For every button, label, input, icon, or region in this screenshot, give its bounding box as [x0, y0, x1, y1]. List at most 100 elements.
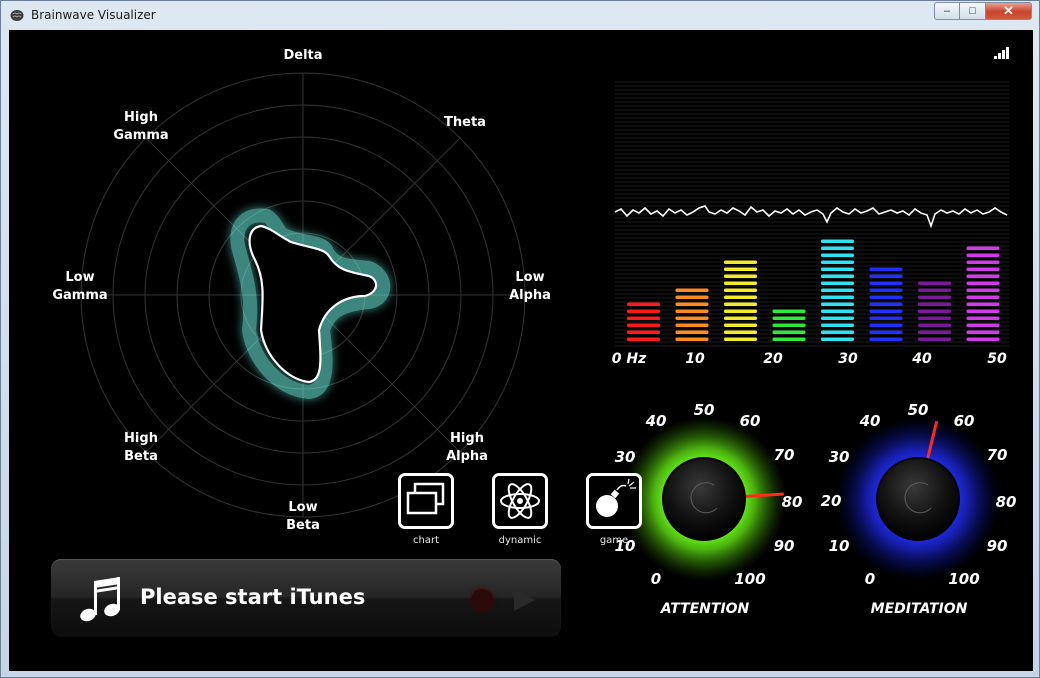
spectrum-bar-segment: [966, 295, 1000, 299]
title-bar[interactable]: Brainwave Visualizer – □ ✕: [1, 1, 1039, 29]
close-icon: ✕: [1003, 3, 1014, 18]
label-low-gamma-1: Low: [65, 270, 94, 285]
spectrum-bar-segment: [724, 281, 757, 285]
minimize-icon: –: [943, 5, 951, 17]
spectrum-bar-segment: [918, 323, 951, 327]
dynamic-mode-button[interactable]: [492, 473, 548, 529]
record-button[interactable]: [471, 589, 493, 611]
attention-tick-50: 50: [694, 401, 715, 419]
window-title: Brainwave Visualizer: [31, 8, 156, 22]
x-label-40: 40: [911, 351, 932, 367]
spectrum-bar-segment: [869, 267, 903, 271]
spectrum-bar-segment: [724, 337, 757, 341]
meditation-tick-90: 90: [987, 537, 1008, 555]
spectrum-bar-segment: [821, 239, 854, 243]
label-high-beta-1: High: [124, 431, 158, 446]
spectrum-bar-segment: [627, 330, 660, 334]
app-brain-icon: [10, 10, 24, 21]
bomb-icon: [596, 478, 636, 517]
spectrum-bar-segment: [675, 316, 709, 320]
raw-eeg-trace: [614, 205, 1008, 229]
spectrum-bar-segment: [966, 267, 1000, 271]
spectrum-bar-segment: [675, 337, 709, 341]
spectrum-bar-segment: [966, 337, 1000, 341]
attention-tick-30: 30: [615, 448, 636, 466]
meditation-tick-50: 50: [908, 401, 929, 419]
spectrum-bar-segment: [821, 281, 854, 285]
meditation-tick-10: 10: [829, 537, 850, 555]
label-delta: Delta: [283, 48, 322, 63]
spectrum-bar-segment: [675, 330, 709, 334]
spectrum-bar-segment: [724, 316, 757, 320]
meditation-tick-30: 30: [829, 448, 850, 466]
spectrum-bar-segment: [821, 260, 854, 264]
game-mode-button[interactable]: [586, 473, 642, 529]
spectrum-bar-segment: [821, 288, 854, 292]
spectrum-bar-segment: [772, 323, 806, 327]
spectrum-bar-segment: [869, 302, 903, 306]
spectrum-panel: 0 Hz 10 20 30 40 50: [612, 81, 1009, 367]
spectrum-bar-segment: [821, 274, 854, 278]
spectrum-bar-segment: [627, 337, 660, 341]
spectrum-bar-segment: [966, 281, 1000, 285]
spectrum-bar: [675, 288, 709, 341]
spectrum-bar-segment: [724, 274, 757, 278]
spectrum-bar-segment: [821, 267, 854, 271]
spectrum-bar-segment: [966, 323, 1000, 327]
radar-chart: Delta Theta Low Alpha High Alpha Low Bet…: [52, 48, 551, 533]
spectrum-bar-segment: [869, 337, 903, 341]
spectrum-bar-segment: [627, 316, 660, 320]
spectrum-bar-segment: [675, 302, 709, 306]
spectrum-bar-segment: [821, 309, 854, 313]
itunes-status-text: Please start iTunes: [140, 585, 366, 609]
spectrum-bar-segment: [918, 302, 951, 306]
meditation-tick-80: 80: [996, 493, 1017, 511]
chart-mode-button[interactable]: [398, 473, 454, 529]
label-high-alpha-1: High: [450, 431, 484, 446]
spectrum-bar-segment: [869, 309, 903, 313]
spectrum-bar-segment: [966, 302, 1000, 306]
spectrum-bar-segment: [966, 288, 1000, 292]
attention-label: ATTENTION: [660, 601, 750, 617]
close-button[interactable]: ✕: [986, 2, 1032, 20]
meditation-tick-20: 20: [821, 492, 842, 510]
play-icon[interactable]: [511, 587, 537, 613]
label-high-beta-2: Beta: [124, 449, 158, 464]
spectrum-bar-segment: [869, 316, 903, 320]
atom-icon: [500, 483, 540, 519]
spectrum-bar-segment: [966, 274, 1000, 278]
spectrum-bar-segment: [869, 323, 903, 327]
minimize-button[interactable]: –: [934, 2, 960, 20]
label-high-gamma-1: High: [124, 110, 158, 125]
spectrum-bar-segment: [675, 323, 709, 327]
attention-tick-0: 0: [651, 570, 661, 588]
label-high-alpha-2: Alpha: [446, 449, 488, 464]
maximize-icon: □: [969, 5, 976, 17]
spectrum-bar-segment: [869, 288, 903, 292]
spectrum-bar-segment: [821, 302, 854, 306]
spectrum-bar-segment: [724, 323, 757, 327]
spectrum-bar-segment: [821, 316, 854, 320]
attention-tick-40: 40: [645, 412, 667, 430]
meditation-tick-100: 100: [948, 570, 979, 588]
chart-mode-label: chart: [413, 535, 439, 546]
maximize-button[interactable]: □: [960, 2, 986, 20]
spectrum-x-labels: 0 Hz 10 20 30 40 50: [612, 351, 1007, 367]
spectrum-bar-segment: [627, 302, 660, 306]
meditation-tick-40: 40: [859, 412, 881, 430]
spectrum-bar-segment: [918, 330, 951, 334]
meditation-label: MEDITATION: [871, 601, 968, 617]
x-label-20: 20: [763, 351, 783, 367]
label-low-alpha-1: Low: [515, 270, 544, 285]
game-mode-label: game: [599, 535, 629, 546]
itunes-player-bar[interactable]: Please start iTunes: [51, 559, 561, 637]
meditation-knob: [876, 457, 960, 541]
spectrum-bar: [918, 281, 951, 341]
attention-knob: [662, 457, 746, 541]
brainwave-shape: [230, 208, 391, 400]
x-label-10: 10: [685, 351, 705, 367]
x-label-0: 0 Hz: [612, 351, 647, 367]
spectrum-bar-segment: [869, 274, 903, 278]
spectrum-bar-segment: [821, 337, 854, 341]
signal-strength-icon: [994, 47, 1009, 59]
